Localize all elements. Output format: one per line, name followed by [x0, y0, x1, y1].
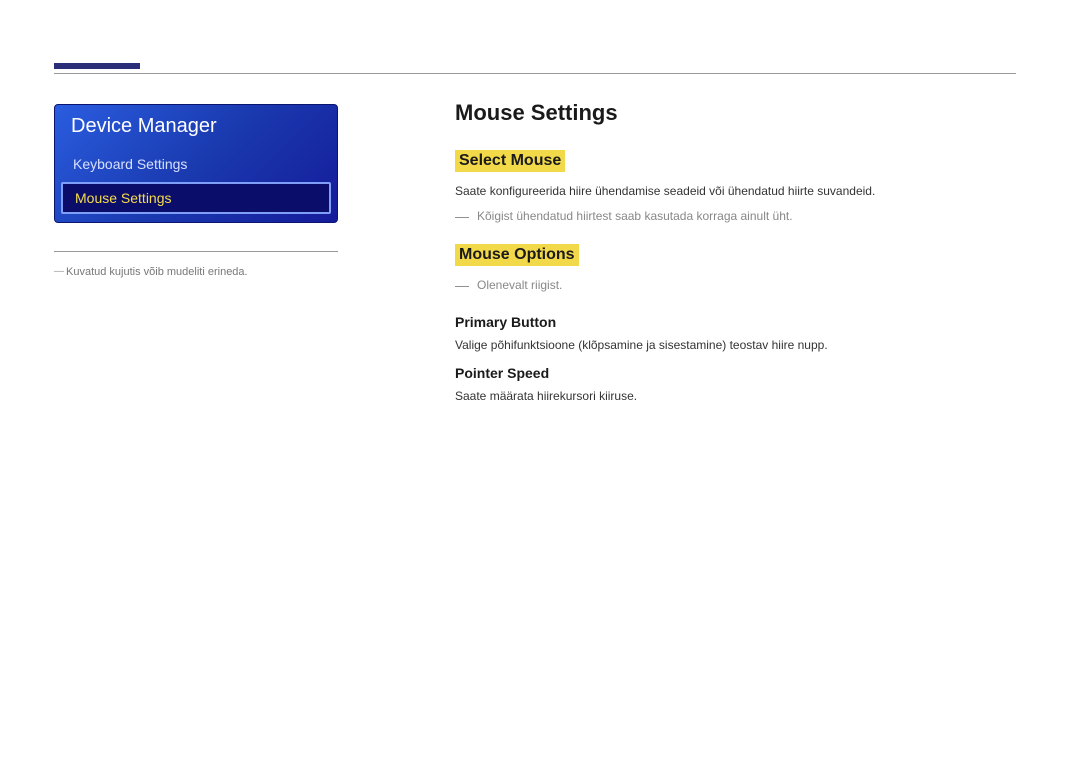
sidebar-item-keyboard-settings[interactable]: Keyboard Settings: [55, 148, 337, 180]
section-note-select-mouse: Kõigist ühendatud hiirtest saab kasutada…: [455, 207, 1016, 226]
section-select-mouse: Select Mouse Saate konfigureerida hiire …: [455, 150, 1016, 226]
sub-body-pointer-speed: Saate määrata hiirekursori kiiruse.: [455, 387, 1016, 406]
header-divider: [54, 66, 1016, 74]
panel-title: Device Manager: [55, 105, 337, 148]
sidebar-note: Kuvatud kujutis võib mudeliti erineda.: [54, 264, 338, 281]
section-body-select-mouse: Saate konfigureerida hiire ühendamise se…: [455, 182, 1016, 201]
device-manager-panel: Device Manager Keyboard Settings Mouse S…: [54, 104, 338, 223]
section-note-mouse-options: Olenevalt riigist.: [455, 276, 1016, 295]
sub-heading-pointer-speed: Pointer Speed: [455, 365, 1016, 381]
section-mouse-options: Mouse Options Olenevalt riigist. Primary…: [455, 244, 1016, 406]
sub-heading-primary-button: Primary Button: [455, 314, 1016, 330]
subsection-pointer-speed: Pointer Speed Saate määrata hiirekursori…: [455, 365, 1016, 406]
sidebar-item-mouse-settings[interactable]: Mouse Settings: [61, 182, 331, 214]
section-heading-select-mouse: Select Mouse: [455, 150, 565, 172]
sidebar: Device Manager Keyboard Settings Mouse S…: [54, 104, 338, 281]
sidebar-divider: [54, 251, 338, 252]
sub-body-primary-button: Valige põhifunktsioone (klõpsamine ja si…: [455, 336, 1016, 355]
page-title: Mouse Settings: [455, 100, 1016, 126]
subsection-primary-button: Primary Button Valige põhifunktsioone (k…: [455, 314, 1016, 355]
main-content: Mouse Settings Select Mouse Saate konfig…: [455, 100, 1016, 418]
section-heading-mouse-options: Mouse Options: [455, 244, 579, 266]
